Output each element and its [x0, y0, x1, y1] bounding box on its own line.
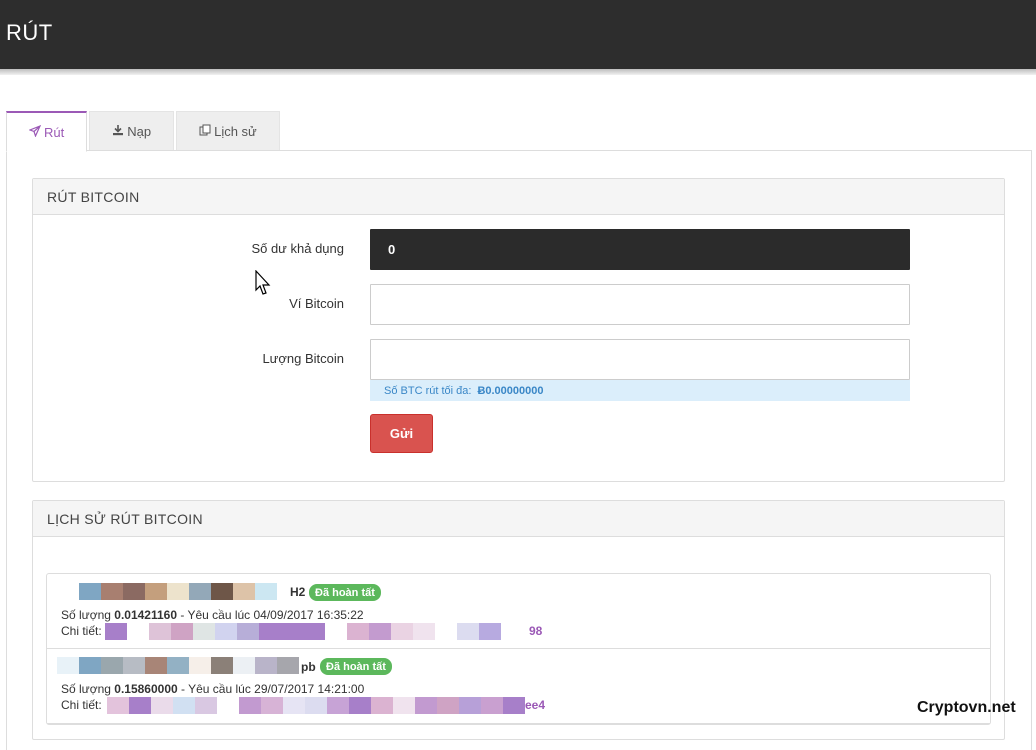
detail-tail: ee4: [525, 698, 546, 712]
tab-deposit-label: Nạp: [127, 124, 152, 139]
withdraw-panel-title: RÚT BITCOIN: [33, 179, 1004, 215]
redacted-address: [57, 657, 299, 674]
history-item: H2 Đã hoàn tất Số lượng 0.01421160 - Yêu…: [47, 574, 990, 649]
history-list: H2 Đã hoàn tất Số lượng 0.01421160 - Yêu…: [46, 573, 991, 725]
history-amount-line: Số lượng 0.15860000 - Yêu cầu lúc 29/07/…: [61, 682, 365, 696]
tab-history[interactable]: Lịch sử: [176, 111, 280, 151]
max-amount-value: Ƀ0.00000000: [477, 384, 544, 397]
history-detail-label: Chi tiết:: [61, 624, 102, 638]
history-time: - Yêu cầu lúc 29/07/2017 14:21:00: [177, 682, 365, 696]
max-amount-label: Số BTC rút tối đa:: [384, 384, 472, 397]
history-panel-title: LỊCH SỬ RÚT BITCOIN: [33, 501, 1004, 537]
redacted-detail[interactable]: [105, 623, 501, 640]
tx-code: pb: [301, 660, 316, 674]
watermark: Cryptovn.net: [917, 699, 1016, 716]
status-badge: Đã hoàn tất: [309, 584, 381, 601]
history-detail-label: Chi tiết:: [61, 698, 102, 712]
history-amount: 0.01421160: [114, 608, 178, 622]
balance-field: 0: [370, 229, 910, 270]
history-amount-line: Số lượng 0.01421160 - Yêu cầu lúc 04/09/…: [61, 608, 364, 622]
tab-withdraw-label: Rút: [44, 124, 65, 140]
top-bar: RÚT: [0, 0, 1036, 69]
tab-deposit[interactable]: Nạp: [89, 111, 175, 151]
amount-input[interactable]: [370, 339, 910, 380]
download-icon: [112, 124, 124, 139]
send-icon: [28, 124, 42, 140]
amount-label: Lượng Bitcoin: [262, 351, 344, 366]
copy-icon: [199, 124, 211, 139]
mouse-cursor-icon: [255, 269, 271, 303]
tab-history-label: Lịch sử: [214, 124, 257, 139]
balance-label: Số dư khả dụng: [251, 241, 344, 256]
tab-bar: Rút Nạp Lịch sử: [6, 111, 282, 152]
tab-withdraw[interactable]: Rút: [6, 111, 88, 152]
history-amount: 0.15860000: [114, 682, 178, 696]
history-panel: LỊCH SỬ RÚT BITCOIN H2 Đã hoàn tất Số lư…: [32, 500, 1005, 740]
detail-tail: 98: [529, 624, 543, 638]
page-title: RÚT: [6, 20, 53, 45]
send-button[interactable]: Gửi: [370, 414, 433, 453]
wallet-label: Ví Bitcoin: [289, 296, 344, 311]
wallet-input[interactable]: [370, 284, 910, 325]
history-item: pb Đã hoàn tất Số lượng 0.15860000 - Yêu…: [47, 649, 990, 724]
tx-code: H2: [290, 585, 306, 599]
top-bar-shadow: [0, 69, 1036, 75]
redacted-detail[interactable]: [107, 697, 525, 714]
status-badge: Đã hoàn tất: [320, 658, 392, 675]
history-time: - Yêu cầu lúc 04/09/2017 16:35:22: [177, 608, 364, 622]
redacted-address: [79, 583, 277, 600]
withdraw-panel: RÚT BITCOIN Số dư khả dụng 0 Ví Bitcoin …: [32, 178, 1005, 482]
max-amount-help: Số BTC rút tối đa: Ƀ0.00000000: [370, 380, 910, 401]
